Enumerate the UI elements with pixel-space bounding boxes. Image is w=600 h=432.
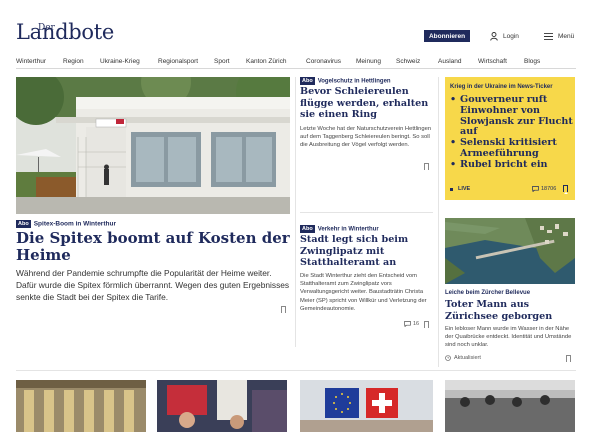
ticker-item-text: Rubel bricht ein	[460, 158, 548, 170]
column-divider	[438, 77, 439, 367]
main-navigation: Winterthur Region Ukraine-Krieg Regional…	[16, 54, 576, 68]
site-header: Der Landbote Abonnieren Login Menü	[0, 0, 600, 52]
story-3-kicker-text: Verkehr in Winterthur	[317, 226, 379, 233]
nav-item-ausland[interactable]: Ausland	[438, 58, 462, 65]
story-4-image[interactable]	[445, 218, 575, 284]
column-divider	[295, 77, 296, 347]
story-2-title[interactable]: Bevor Schleiereulen flügge werden, erhal…	[300, 86, 435, 121]
nav-item-coronavirus[interactable]: Coronavirus	[306, 58, 341, 65]
ticker-footer: LIVE 18706	[450, 185, 570, 195]
teaser-image-historic[interactable]	[445, 380, 575, 432]
ticker-item-text: Selenski kritisiert Armeeführung	[460, 137, 557, 159]
story-3-kicker: Abo Verkehr in Winterthur	[300, 225, 379, 233]
story-3-comments[interactable]: 16	[404, 321, 419, 327]
abo-badge: Abo	[300, 77, 315, 85]
main-story-kicker: Abo Spitex-Boom in Winterthur	[16, 220, 116, 228]
abo-badge: Abo	[300, 225, 315, 233]
story-4-updated: Aktualisiert	[445, 355, 481, 361]
menu-label: Menü	[558, 32, 575, 40]
site-logo[interactable]: Landbote	[16, 20, 114, 44]
ticker-item[interactable]: • Selenski kritisiert Armeeführung	[450, 137, 574, 160]
bookmark-icon[interactable]	[566, 355, 571, 364]
teaser-image-flags[interactable]	[300, 380, 433, 432]
teaser-image-crowd[interactable]	[157, 380, 287, 432]
ticker-list: • Gouverneur ruft Einwohner von Slowjansk…	[450, 94, 574, 171]
bookmark-icon[interactable]	[281, 306, 286, 315]
teaser-image-arcade[interactable]	[16, 380, 146, 432]
nav-item-meinung[interactable]: Meinung	[356, 58, 381, 65]
story-4-updated-text: Aktualisiert	[454, 355, 481, 361]
bookmark-icon[interactable]	[424, 163, 429, 172]
row-divider	[16, 370, 576, 371]
login-button[interactable]: Login	[490, 30, 519, 42]
main-story-lead[interactable]: Während der Pandemie schrumpfte die Popu…	[16, 267, 292, 303]
abo-badge: Abo	[16, 220, 31, 228]
story-4-lead[interactable]: Ein lebloser Mann wurde im Wasser in der…	[445, 325, 575, 350]
main-story-title[interactable]: Die Spitex boomt auf Kosten der Heime	[16, 230, 290, 264]
story-3-title[interactable]: Stadt legt sich beim Zwinglipatz mit Sta…	[300, 234, 435, 269]
ticker-item[interactable]: • Rubel bricht ein	[450, 158, 574, 171]
menu-button[interactable]: Menü	[544, 30, 574, 42]
story-2-kicker-text: Vogelschutz in Hettlingen	[317, 78, 391, 85]
live-dot-icon	[450, 188, 453, 191]
nav-divider	[16, 68, 576, 69]
nav-item-sport[interactable]: Sport	[214, 58, 230, 65]
story-2-lead[interactable]: Letzte Woche hat der Naturschutzverein H…	[300, 125, 433, 150]
main-story-kicker-text: Spitex-Boom in Winterthur	[33, 220, 116, 228]
bookmark-icon[interactable]	[424, 321, 429, 330]
nav-item-winterthur[interactable]: Winterthur	[16, 58, 46, 65]
login-label: Login	[503, 32, 519, 40]
clock-icon	[445, 355, 451, 361]
nav-item-kanton-zuerich[interactable]: Kanton Zürich	[246, 58, 286, 65]
main-story-image[interactable]	[16, 77, 290, 214]
comment-icon	[532, 186, 539, 192]
comment-icon	[404, 321, 411, 327]
nav-item-wirtschaft[interactable]: Wirtschaft	[478, 58, 507, 65]
story-2-kicker: Abo Vogelschutz in Hettlingen	[300, 77, 391, 85]
story-3-lead[interactable]: Die Stadt Winterthur zieht den Entscheid…	[300, 272, 433, 313]
user-icon	[490, 31, 498, 41]
ticker-item-text: Gouverneur ruft Einwohner von Slowjansk …	[460, 94, 573, 138]
ticker-comment-count[interactable]: 18706	[541, 186, 556, 192]
hamburger-icon	[544, 32, 553, 40]
live-label: LIVE	[458, 186, 471, 192]
story-4-kicker: Leiche beim Zürcher Bellevue	[445, 290, 531, 296]
news-ticker[interactable]: Krieg in der Ukraine im News-Ticker • Gou…	[445, 77, 575, 200]
story-3-comment-count: 16	[413, 321, 420, 327]
ticker-item[interactable]: • Gouverneur ruft Einwohner von Slowjansk…	[450, 94, 574, 138]
row-divider	[300, 212, 433, 213]
bookmark-icon[interactable]	[563, 185, 568, 194]
nav-item-region[interactable]: Region	[63, 58, 84, 65]
story-4-title[interactable]: Toter Mann aus Zürichsee geborgen	[445, 299, 575, 322]
nav-item-blogs[interactable]: Blogs	[524, 58, 540, 65]
nav-item-ukraine-krieg[interactable]: Ukraine-Krieg	[100, 58, 140, 65]
nav-item-regionalsport[interactable]: Regionalsport	[158, 58, 198, 65]
nav-item-schweiz[interactable]: Schweiz	[396, 58, 420, 65]
subscribe-button[interactable]: Abonnieren	[424, 30, 470, 42]
ticker-kicker: Krieg in der Ukraine im News-Ticker	[450, 84, 553, 90]
